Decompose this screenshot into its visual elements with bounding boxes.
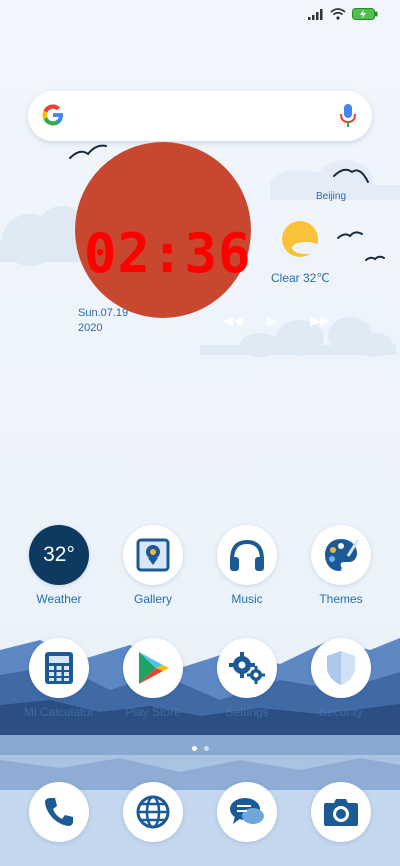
app-settings[interactable]: Settings (204, 638, 290, 719)
messages-icon (217, 782, 277, 842)
page-indicator (0, 746, 400, 751)
app-music[interactable]: Music (204, 525, 290, 606)
app-label: Music (231, 592, 263, 606)
google-logo-icon (42, 104, 63, 126)
sun-weather-icon (282, 221, 319, 257)
clock-time[interactable]: 02:36 (84, 222, 252, 285)
app-play-store[interactable]: Play Store (110, 638, 196, 719)
clock-date[interactable]: Sun.07.19 2020 (78, 306, 128, 336)
dock-phone[interactable] (16, 782, 102, 842)
battery-charging-icon (352, 8, 378, 20)
date-line-2: 2020 (78, 322, 103, 334)
app-label: Weather (36, 592, 82, 606)
app-security[interactable]: Security (298, 638, 384, 719)
page-dot-2[interactable] (203, 746, 209, 751)
app-label: Settings (225, 705, 269, 719)
palette-icon (311, 525, 371, 585)
app-label: Themes (319, 592, 363, 606)
music-play-icon[interactable]: ▶ (267, 313, 277, 329)
dock-browser[interactable] (110, 782, 196, 842)
gallery-icon (123, 525, 183, 585)
app-themes[interactable]: Themes (298, 525, 384, 606)
app-label: Gallery (133, 592, 172, 606)
wifi-icon (330, 8, 346, 20)
date-line-1: Sun.07.19 (78, 307, 129, 319)
page-dot-1[interactable] (191, 746, 197, 751)
mic-icon[interactable] (340, 104, 356, 128)
app-gallery[interactable]: Gallery (110, 525, 196, 606)
music-next-icon[interactable]: ▶▶ (310, 313, 330, 329)
signal-icon (308, 8, 323, 20)
shield-icon (311, 638, 371, 698)
app-mi-calculator[interactable]: Mi Calculator (16, 638, 102, 719)
dock-messages[interactable] (204, 782, 290, 842)
gear-icon (217, 638, 277, 698)
headphones-icon (217, 525, 277, 585)
app-label: Mi Calculator (23, 705, 95, 719)
weather-icon: 32° (29, 525, 89, 585)
app-weather[interactable]: 32° Weather (16, 525, 102, 606)
calculator-icon (29, 638, 89, 698)
google-search-bar[interactable] (28, 91, 372, 141)
music-previous-icon[interactable]: ◀◀ (223, 313, 243, 329)
weather-city: Beijing (316, 191, 347, 202)
app-label: Play Store (125, 705, 181, 719)
phone-icon (29, 782, 89, 842)
weather-summary: Clear 32℃ (271, 271, 330, 285)
status-bar (308, 8, 378, 20)
app-label: Security (319, 705, 363, 719)
browser-icon (123, 782, 183, 842)
weather-temp: 32° (43, 543, 75, 566)
play-store-icon (123, 638, 183, 698)
dock-camera[interactable] (298, 782, 384, 842)
camera-icon (311, 782, 371, 842)
